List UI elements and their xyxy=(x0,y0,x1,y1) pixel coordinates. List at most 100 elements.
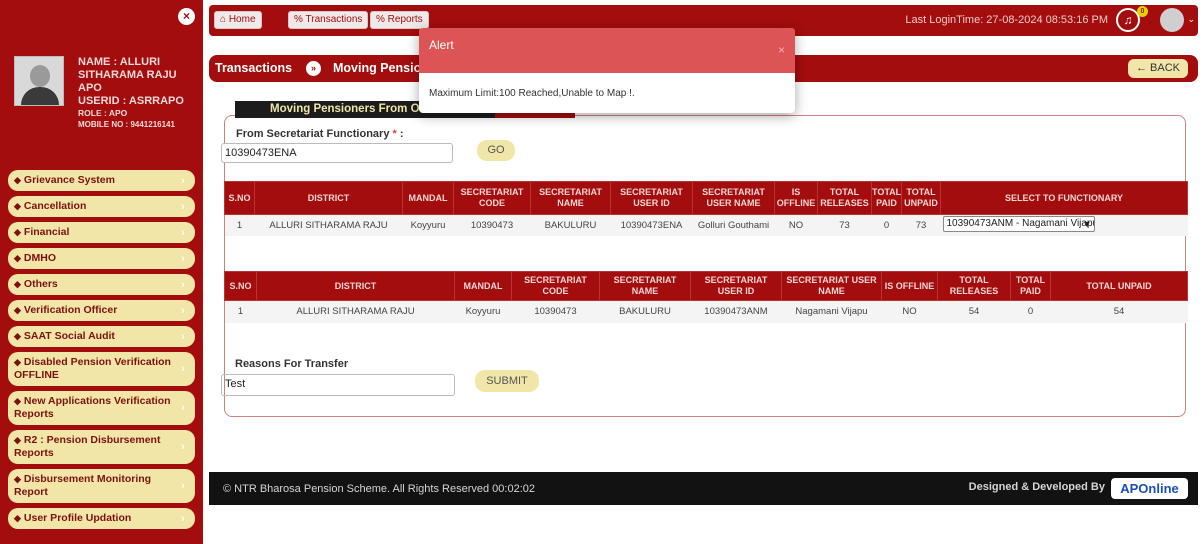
table-header: IS OFFLINE xyxy=(774,181,818,215)
sidebar-item-label: Verification Officer xyxy=(23,304,118,316)
sidebar-item-financial[interactable]: ◆ Financial › xyxy=(8,222,195,243)
table-header: SECRETARIAT NAME xyxy=(599,271,691,301)
percent-icon: % xyxy=(376,14,388,25)
table-cell: NO xyxy=(774,214,818,236)
sidebar-item-dmho[interactable]: ◆ DMHO › xyxy=(8,248,195,269)
sidebar-item-label: Grievance System xyxy=(23,174,115,186)
chevron-right-icon: › xyxy=(181,252,185,265)
sidebar-item-label: Disabled Pension Verification OFFLINE xyxy=(14,356,171,381)
submit-button[interactable]: SUBMIT xyxy=(475,370,539,392)
user-profile: NAME : ALLURI SITHARAMA RAJU APO USERID … xyxy=(0,34,203,164)
back-button[interactable]: ← BACK xyxy=(1127,59,1188,78)
users-icon: ◆ xyxy=(14,331,21,341)
alert-dialog: Alert × Maximum Limit:100 Reached,Unable… xyxy=(419,28,795,113)
breadcrumb-current: Moving Pension xyxy=(333,61,429,75)
breadcrumb-root[interactable]: Transactions xyxy=(215,61,292,75)
user-avatar-icon[interactable] xyxy=(1160,8,1184,32)
table-header: SECRETARIAT NAME xyxy=(530,181,611,215)
sidebar-item-others[interactable]: ◆ Others › xyxy=(8,274,195,295)
home-icon: ⌂ xyxy=(220,14,229,25)
reports-button[interactable]: % Reports xyxy=(370,11,429,29)
profile-name: NAME : ALLURI SITHARAMA RAJU xyxy=(78,56,177,81)
profile-role: ROLE : APO xyxy=(78,108,128,118)
sidebar-item-grievance[interactable]: ◆ Grievance System › xyxy=(8,170,195,191)
sidebar-item-label: DMHO xyxy=(23,252,57,264)
sidebar-item-saat[interactable]: ◆ SAAT Social Audit › xyxy=(8,326,195,347)
table-header-row: S.NO DISTRICT MANDAL SECRETARIAT CODE SE… xyxy=(224,181,1188,215)
users-icon: ◆ xyxy=(14,435,21,445)
chevron-right-icon: › xyxy=(181,174,185,187)
users-icon: ◆ xyxy=(14,201,21,211)
home-button[interactable]: ⌂ Home xyxy=(214,11,262,29)
table-header: TOTAL UNPAID xyxy=(1050,271,1188,301)
profile-mobile: MOBILE NO : 9441216141 xyxy=(78,120,175,129)
table-cell: 10390473 xyxy=(511,300,600,323)
sidebar-item-verification-officer[interactable]: ◆ Verification Officer › xyxy=(8,300,195,321)
reasons-textarea[interactable]: Test xyxy=(221,374,455,396)
arrow-left-icon: ← xyxy=(1135,62,1151,74)
table-header: IS OFFLINE xyxy=(881,271,938,301)
table-header: TOTAL PAID xyxy=(1010,271,1051,301)
table-row: 1 ALLURI SITHARAMA RAJU Koyyuru 10390473… xyxy=(224,300,1188,323)
last-login-time: Last LoginTime: 27-08-2024 08:53:16 PM xyxy=(905,14,1108,26)
sidebar-item-r2-disbursement[interactable]: ◆ R2 : Pension Disbursement Reports › xyxy=(8,430,195,464)
table-cell: 54 xyxy=(1050,300,1188,323)
target-functionary-table: S.NO DISTRICT MANDAL SECRETARIAT CODE SE… xyxy=(224,271,1188,323)
percent-icon: % xyxy=(294,14,306,25)
chevron-right-icon: › xyxy=(181,480,185,492)
from-functionary-label: From Secretariat Functionary * : xyxy=(236,128,404,140)
to-functionary-select[interactable]: 10390473ANM - Nagamani Vijapu ▼ xyxy=(942,215,1095,232)
table-header: SECRETARIAT USER ID xyxy=(610,181,693,215)
table-cell: NO xyxy=(881,300,938,323)
sidebar-item-cancellation[interactable]: ◆ Cancellation › xyxy=(8,196,195,217)
table-header: SECRETARIAT USER NAME xyxy=(692,181,775,215)
users-icon: ◆ xyxy=(14,279,21,289)
users-icon: ◆ xyxy=(14,175,21,185)
chevron-right-icon: » xyxy=(306,61,321,76)
sidebar-item-user-profile[interactable]: ◆ User Profile Updation › xyxy=(8,508,195,529)
avatar xyxy=(14,56,64,106)
profile-info: NAME : ALLURI SITHARAMA RAJU APO USERID … xyxy=(78,56,198,131)
close-sidebar-icon[interactable]: × xyxy=(178,8,195,25)
table-cell: 10390473ANM xyxy=(690,300,782,323)
sidebar-item-new-applications[interactable]: ◆ New Applications Verification Reports › xyxy=(8,391,195,425)
sidebar-menu: ◆ Grievance System › ◆ Cancellation › ◆ Finan… xyxy=(0,170,203,534)
table-row: 1 ALLURI SITHARAMA RAJU Koyyuru 10390473… xyxy=(224,214,1188,236)
section-title-text: Moving Pensioners From On xyxy=(270,103,427,115)
table-header-row: S.NO DISTRICT MANDAL SECRETARIAT CODE SE… xyxy=(224,271,1188,301)
table-header: MANDAL xyxy=(454,271,512,301)
sidebar-item-disabled-pension[interactable]: ◆ Disabled Pension Verification OFFLINE › xyxy=(8,352,195,386)
table-header: SECRETARIAT USER ID xyxy=(690,271,782,301)
alert-message: Maximum Limit:100 Reached,Unable to Map … xyxy=(429,88,635,99)
table-header: TOTAL RELEASES xyxy=(817,181,872,215)
sidebar: × NAME : ALLURI SITHARAMA RAJU APO USERI… xyxy=(0,0,203,544)
select-value: 10390473ANM - Nagamani Vijapu xyxy=(946,217,1095,229)
chevron-right-icon: › xyxy=(181,441,185,453)
chevron-down-icon[interactable]: ⌄ xyxy=(1187,14,1195,25)
users-icon: ◆ xyxy=(14,305,21,315)
users-icon: ◆ xyxy=(14,357,21,367)
table-header: TOTAL RELEASES xyxy=(937,271,1011,301)
sidebar-item-label: Cancellation xyxy=(23,200,87,212)
alert-title: Alert xyxy=(429,38,454,52)
go-button[interactable]: GO xyxy=(477,140,515,161)
profile-userid: USERID : ASRRAPO xyxy=(78,95,184,107)
from-functionary-input[interactable]: 10390473ENA xyxy=(221,143,453,163)
transactions-label: Transactions xyxy=(305,14,363,25)
notification-badge: 0 xyxy=(1137,6,1148,17)
chevron-right-icon: › xyxy=(181,402,185,414)
sidebar-item-disbursement-monitoring[interactable]: ◆ Disbursement Monitoring Report › xyxy=(8,469,195,503)
transactions-button[interactable]: % Transactions xyxy=(288,11,369,29)
table-cell: 10390473ENA xyxy=(610,214,693,236)
table-cell: Koyyuru xyxy=(454,300,512,323)
table-header: DISTRICT xyxy=(256,271,455,301)
table-cell: 73 xyxy=(901,214,941,236)
table-cell: BAKULURU xyxy=(530,214,611,236)
chevron-right-icon: › xyxy=(181,304,185,317)
table-cell: Nagamani Vijapu xyxy=(781,300,882,323)
chevron-right-icon: › xyxy=(181,278,185,291)
close-icon[interactable]: × xyxy=(778,43,785,57)
table-cell: 1 xyxy=(224,300,257,323)
back-label: BACK xyxy=(1150,62,1180,74)
table-cell: 1 xyxy=(224,214,255,236)
